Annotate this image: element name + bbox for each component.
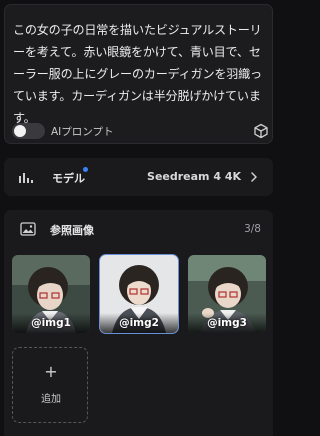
reference-thumbnail-3[interactable]: @img3 [188, 255, 266, 333]
reference-thumbnail-1[interactable]: @img1 [12, 255, 90, 333]
new-indicator-dot [83, 167, 88, 172]
model-value: Seedream 4 4K [147, 170, 241, 183]
reference-images-panel: 参照画像 3/8 @img1 @img2 @img3 + 追加 [4, 210, 273, 436]
bar-chart-icon [19, 173, 33, 183]
reference-thumbnail-2[interactable]: @img2 [99, 254, 179, 334]
ai-prompt-toggle[interactable] [12, 123, 45, 139]
thumbnail-label: @img2 [119, 317, 159, 329]
thumbnail-label: @img1 [31, 317, 71, 329]
chevron-right-icon [251, 172, 257, 182]
model-selector[interactable]: モデル Seedream 4 4K [4, 158, 273, 196]
toggle-knob [14, 125, 26, 137]
add-label: 追加 [41, 394, 61, 405]
reference-images-title: 参照画像 [50, 224, 94, 237]
prompt-card[interactable]: この女の子の日常を描いたビジュアルストーリーを考えて。赤い眼鏡をかけて、青い目で… [4, 4, 273, 144]
reference-images-count: 3/8 [244, 223, 261, 235]
model-label: モデル [52, 172, 85, 185]
ai-prompt-label: AIプロンプト [51, 126, 114, 138]
image-icon [20, 222, 36, 236]
add-reference-button[interactable]: + 追加 [12, 347, 88, 423]
thumbnail-label: @img3 [207, 317, 247, 329]
cube-icon[interactable] [253, 123, 269, 139]
plus-icon: + [44, 362, 58, 381]
prompt-textarea[interactable]: この女の子の日常を描いたビジュアルストーリーを考えて。赤い眼鏡をかけて、青い目で… [13, 19, 269, 129]
